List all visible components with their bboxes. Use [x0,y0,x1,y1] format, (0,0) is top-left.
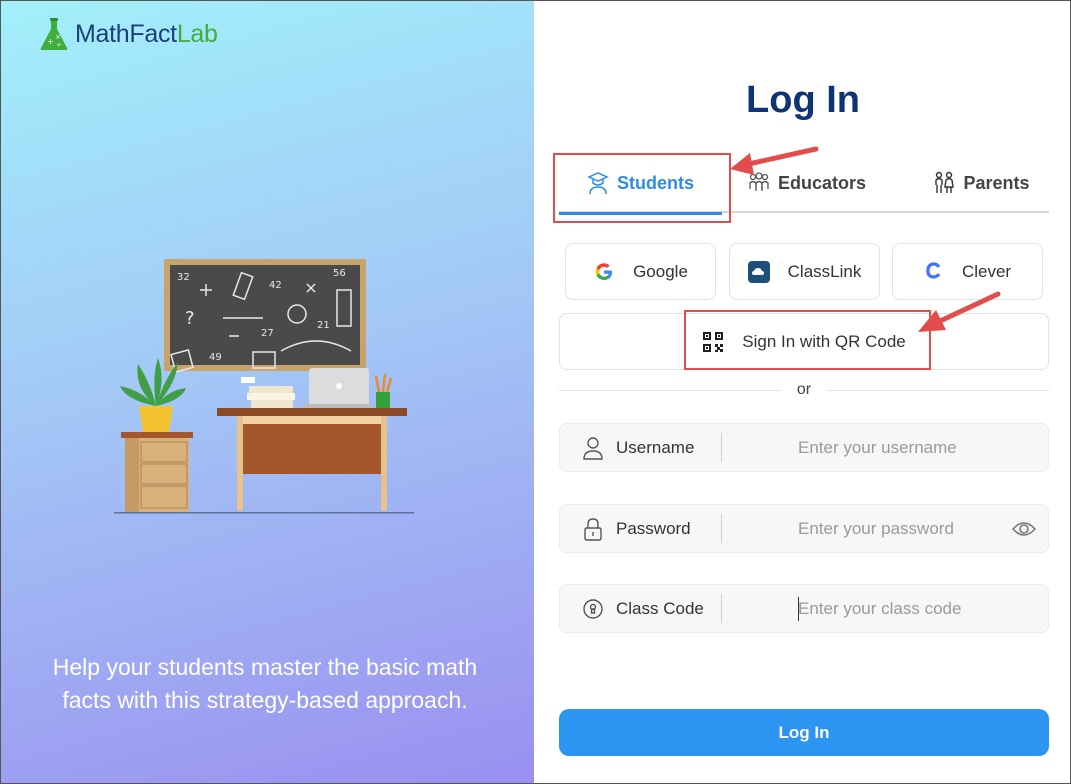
annotation-box-qr [684,310,931,370]
page-frame: + × ÷ MathFactLab 32 42 56 27 21 49 ? He… [0,0,1071,784]
svg-text:42: 42 [269,280,282,291]
annotation-arrow-qr [918,291,1001,332]
username-input[interactable] [736,424,996,471]
brand-name-math: MathFact [75,19,177,48]
password-label: Password [616,519,691,538]
page-title: Log In [746,79,860,121]
login-submit-button[interactable]: Log In [559,709,1049,756]
or-text: or [796,381,812,398]
flask-icon: + × ÷ [40,18,68,50]
hero-tagline: Help your students master the basic math… [52,654,478,713]
tab-parents-label: Parents [963,172,1030,193]
password-divider [721,514,722,543]
username-field: Username [559,423,1049,472]
class-code-divider [721,594,722,623]
class-code-field: Class Code [559,584,1049,633]
password-input[interactable] [736,505,996,552]
password-field: Password [559,504,1049,553]
username-label: Username [616,438,695,457]
svg-text:×: × [55,33,61,41]
parents-icon [935,171,955,193]
text-cursor [798,597,799,621]
svg-text:?: ? [185,308,195,329]
login-panel: Log In Students Educators Parents Google… [534,1,1070,783]
svg-text:56: 56 [333,268,346,279]
tab-parents[interactable]: Parents [914,153,1049,213]
svg-text:27: 27 [261,328,274,339]
class-code-input[interactable] [736,585,996,632]
lock-icon [584,518,602,541]
username-divider [721,433,722,462]
classroom-illustration: 32 42 56 27 21 49 ? [114,259,414,514]
svg-text:÷: ÷ [56,41,62,49]
brand-logo[interactable]: + × ÷ MathFactLab [39,17,218,51]
annotation-box-students [553,153,731,223]
keyhole-icon [583,599,603,619]
eye-icon[interactable] [1012,519,1036,539]
classlink-signin-button[interactable]: ClassLink [729,243,880,300]
class-code-label: Class Code [616,599,704,618]
annotation-arrow-students [730,146,819,175]
google-signin-button[interactable]: Google [565,243,716,300]
user-icon [583,437,603,460]
google-signin-label: Google [633,261,688,281]
classlink-signin-label: ClassLink [787,261,862,281]
hero-panel: + × ÷ MathFactLab 32 42 56 27 21 49 ? He… [1,1,534,783]
svg-text:49: 49 [209,352,222,363]
clever-signin-label: Clever [961,261,1012,281]
or-divider: or [559,379,1049,403]
svg-text:21: 21 [317,320,330,331]
brand-name-lab: Lab [176,19,218,48]
google-icon [595,262,613,280]
classlink-icon [747,260,770,283]
svg-text:32: 32 [177,272,190,283]
clever-icon [926,261,941,279]
svg-text:+: + [47,37,54,46]
